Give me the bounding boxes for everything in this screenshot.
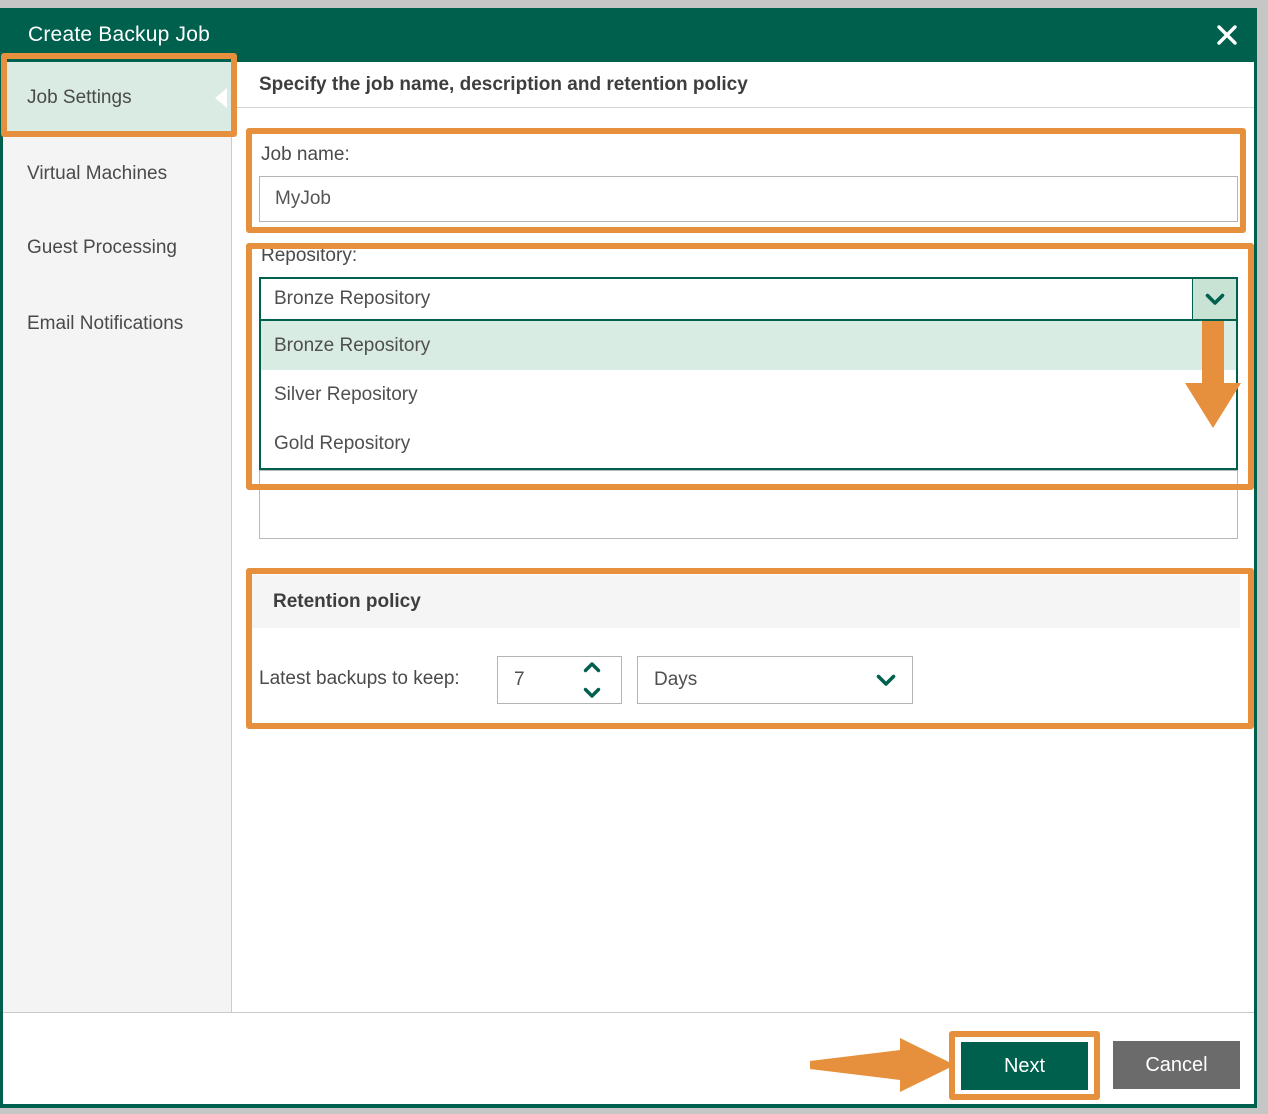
next-button[interactable]: Next [961, 1042, 1088, 1090]
option-label: Gold Repository [274, 432, 411, 454]
window-border-right [1254, 8, 1257, 1108]
repository-caret-cell[interactable] [1192, 279, 1236, 319]
job-name-value: MyJob [275, 188, 331, 209]
job-name-label: Job name: [261, 144, 350, 165]
repository-option-gold[interactable]: Gold Repository [261, 419, 1236, 468]
dialog-title: Create Backup Job [28, 23, 211, 46]
sidebar-item-guest-processing[interactable]: Guest Processing [3, 212, 232, 284]
spinner-up-icon[interactable] [583, 661, 601, 673]
option-label: Bronze Repository [274, 334, 431, 356]
sidebar-item-job-settings[interactable]: Job Settings [3, 62, 232, 134]
repository-option-bronze[interactable]: Bronze Repository [261, 321, 1236, 370]
wizard-sidebar: Job Settings Virtual Machines Guest Proc… [3, 62, 232, 1012]
chevron-down-icon [1205, 293, 1224, 305]
retention-unit-select[interactable]: Days [637, 656, 913, 704]
close-icon [1217, 25, 1237, 45]
keep-count-value: 7 [514, 669, 525, 690]
retention-section-title: Retention policy [273, 590, 421, 612]
retention-section-header: Retention policy [252, 575, 1240, 628]
page-title: Specify the job name, description and re… [259, 74, 748, 95]
keep-label: Latest backups to keep: [259, 668, 460, 689]
active-step-notch-icon [215, 88, 227, 108]
repository-label: Repository: [261, 245, 358, 266]
chevron-down-icon [876, 674, 896, 686]
repository-selected-value: Bronze Repository [274, 288, 431, 309]
keep-count-stepper[interactable]: 7 [497, 656, 622, 704]
job-name-input[interactable]: MyJob [259, 176, 1238, 222]
cancel-button[interactable]: Cancel [1113, 1041, 1240, 1089]
description-textarea[interactable] [259, 470, 1238, 539]
sidebar-item-email-notifications[interactable]: Email Notifications [3, 288, 232, 360]
repository-dropdown-list: Bronze Repository Silver Repository Gold… [259, 321, 1238, 470]
window-border-left [0, 8, 3, 1108]
dialog-titlebar: Create Backup Job [0, 8, 1257, 62]
close-button[interactable] [1211, 19, 1243, 51]
spinner-down-icon[interactable] [583, 687, 601, 699]
sidebar-item-label: Email Notifications [27, 313, 184, 334]
repository-option-silver[interactable]: Silver Repository [261, 370, 1236, 419]
retention-unit-value: Days [654, 669, 698, 690]
repository-select[interactable]: Bronze Repository [259, 277, 1238, 321]
window-border-bottom [0, 1104, 1257, 1108]
sidebar-item-virtual-machines[interactable]: Virtual Machines [3, 138, 232, 210]
sidebar-item-label: Virtual Machines [27, 163, 168, 184]
sidebar-item-label: Job Settings [27, 87, 132, 108]
option-label: Silver Repository [274, 383, 418, 405]
sidebar-item-label: Guest Processing [27, 237, 177, 258]
heading-divider [232, 107, 1255, 108]
